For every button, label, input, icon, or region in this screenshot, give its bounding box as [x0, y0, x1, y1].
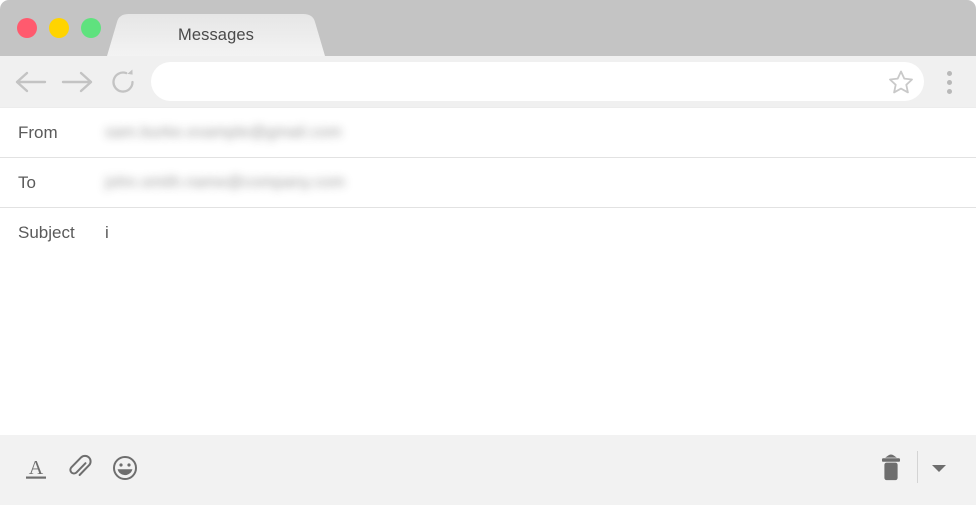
- reload-icon: [112, 69, 134, 93]
- chevron-down-icon: [932, 465, 946, 472]
- arrow-left-icon: [15, 71, 47, 93]
- maximize-window-button[interactable]: [81, 18, 101, 38]
- insert-emoji-button[interactable]: [105, 448, 145, 488]
- more-options-button[interactable]: [924, 449, 954, 487]
- field-row-from[interactable]: From sam.burke.example@gmail.com: [0, 107, 976, 158]
- reload-button[interactable]: [104, 63, 142, 101]
- window-controls: [17, 18, 101, 38]
- star-icon: [889, 70, 913, 94]
- attach-file-button[interactable]: [60, 448, 100, 488]
- format-text-icon: A: [26, 457, 46, 479]
- trash-icon: [882, 454, 900, 481]
- from-value[interactable]: sam.burke.example@gmail.com: [105, 123, 956, 142]
- format-text-button[interactable]: A: [16, 448, 56, 488]
- title-bar: Messages: [0, 0, 976, 56]
- bookmark-button[interactable]: [888, 69, 914, 95]
- field-row-subject[interactable]: Subject i: [0, 208, 976, 258]
- forward-button[interactable]: [58, 63, 96, 101]
- emoji-smiley-icon: [113, 456, 137, 480]
- to-label: To: [18, 173, 36, 192]
- address-input[interactable]: [169, 62, 873, 103]
- browser-menu-button[interactable]: [937, 63, 961, 101]
- field-row-to[interactable]: To john.smith.name@company.com: [0, 158, 976, 208]
- back-button[interactable]: [12, 63, 50, 101]
- minimize-window-button[interactable]: [49, 18, 69, 38]
- menu-dot-icon: [946, 88, 952, 94]
- menu-dot-icon: [946, 79, 952, 85]
- compose-toolbar: [0, 435, 976, 505]
- close-window-button[interactable]: [17, 18, 37, 38]
- address-bar[interactable]: [151, 62, 924, 103]
- browser-window: Messages From sam.burke.example@gmail.co…: [0, 0, 976, 505]
- toolbar-divider: [917, 451, 918, 483]
- arrow-right-icon: [61, 71, 93, 93]
- subject-label: Subject: [18, 223, 75, 242]
- delete-draft-button[interactable]: [870, 447, 912, 489]
- menu-dot-icon: [946, 70, 952, 76]
- tab-title: Messages: [177, 26, 254, 44]
- subject-value[interactable]: i: [105, 223, 956, 242]
- message-body[interactable]: [0, 254, 976, 435]
- tab-messages[interactable]: Messages: [107, 14, 325, 56]
- from-label: From: [18, 123, 58, 142]
- to-value[interactable]: john.smith.name@company.com: [105, 173, 956, 192]
- svg-text:A: A: [29, 457, 44, 479]
- paperclip-icon: [69, 454, 92, 476]
